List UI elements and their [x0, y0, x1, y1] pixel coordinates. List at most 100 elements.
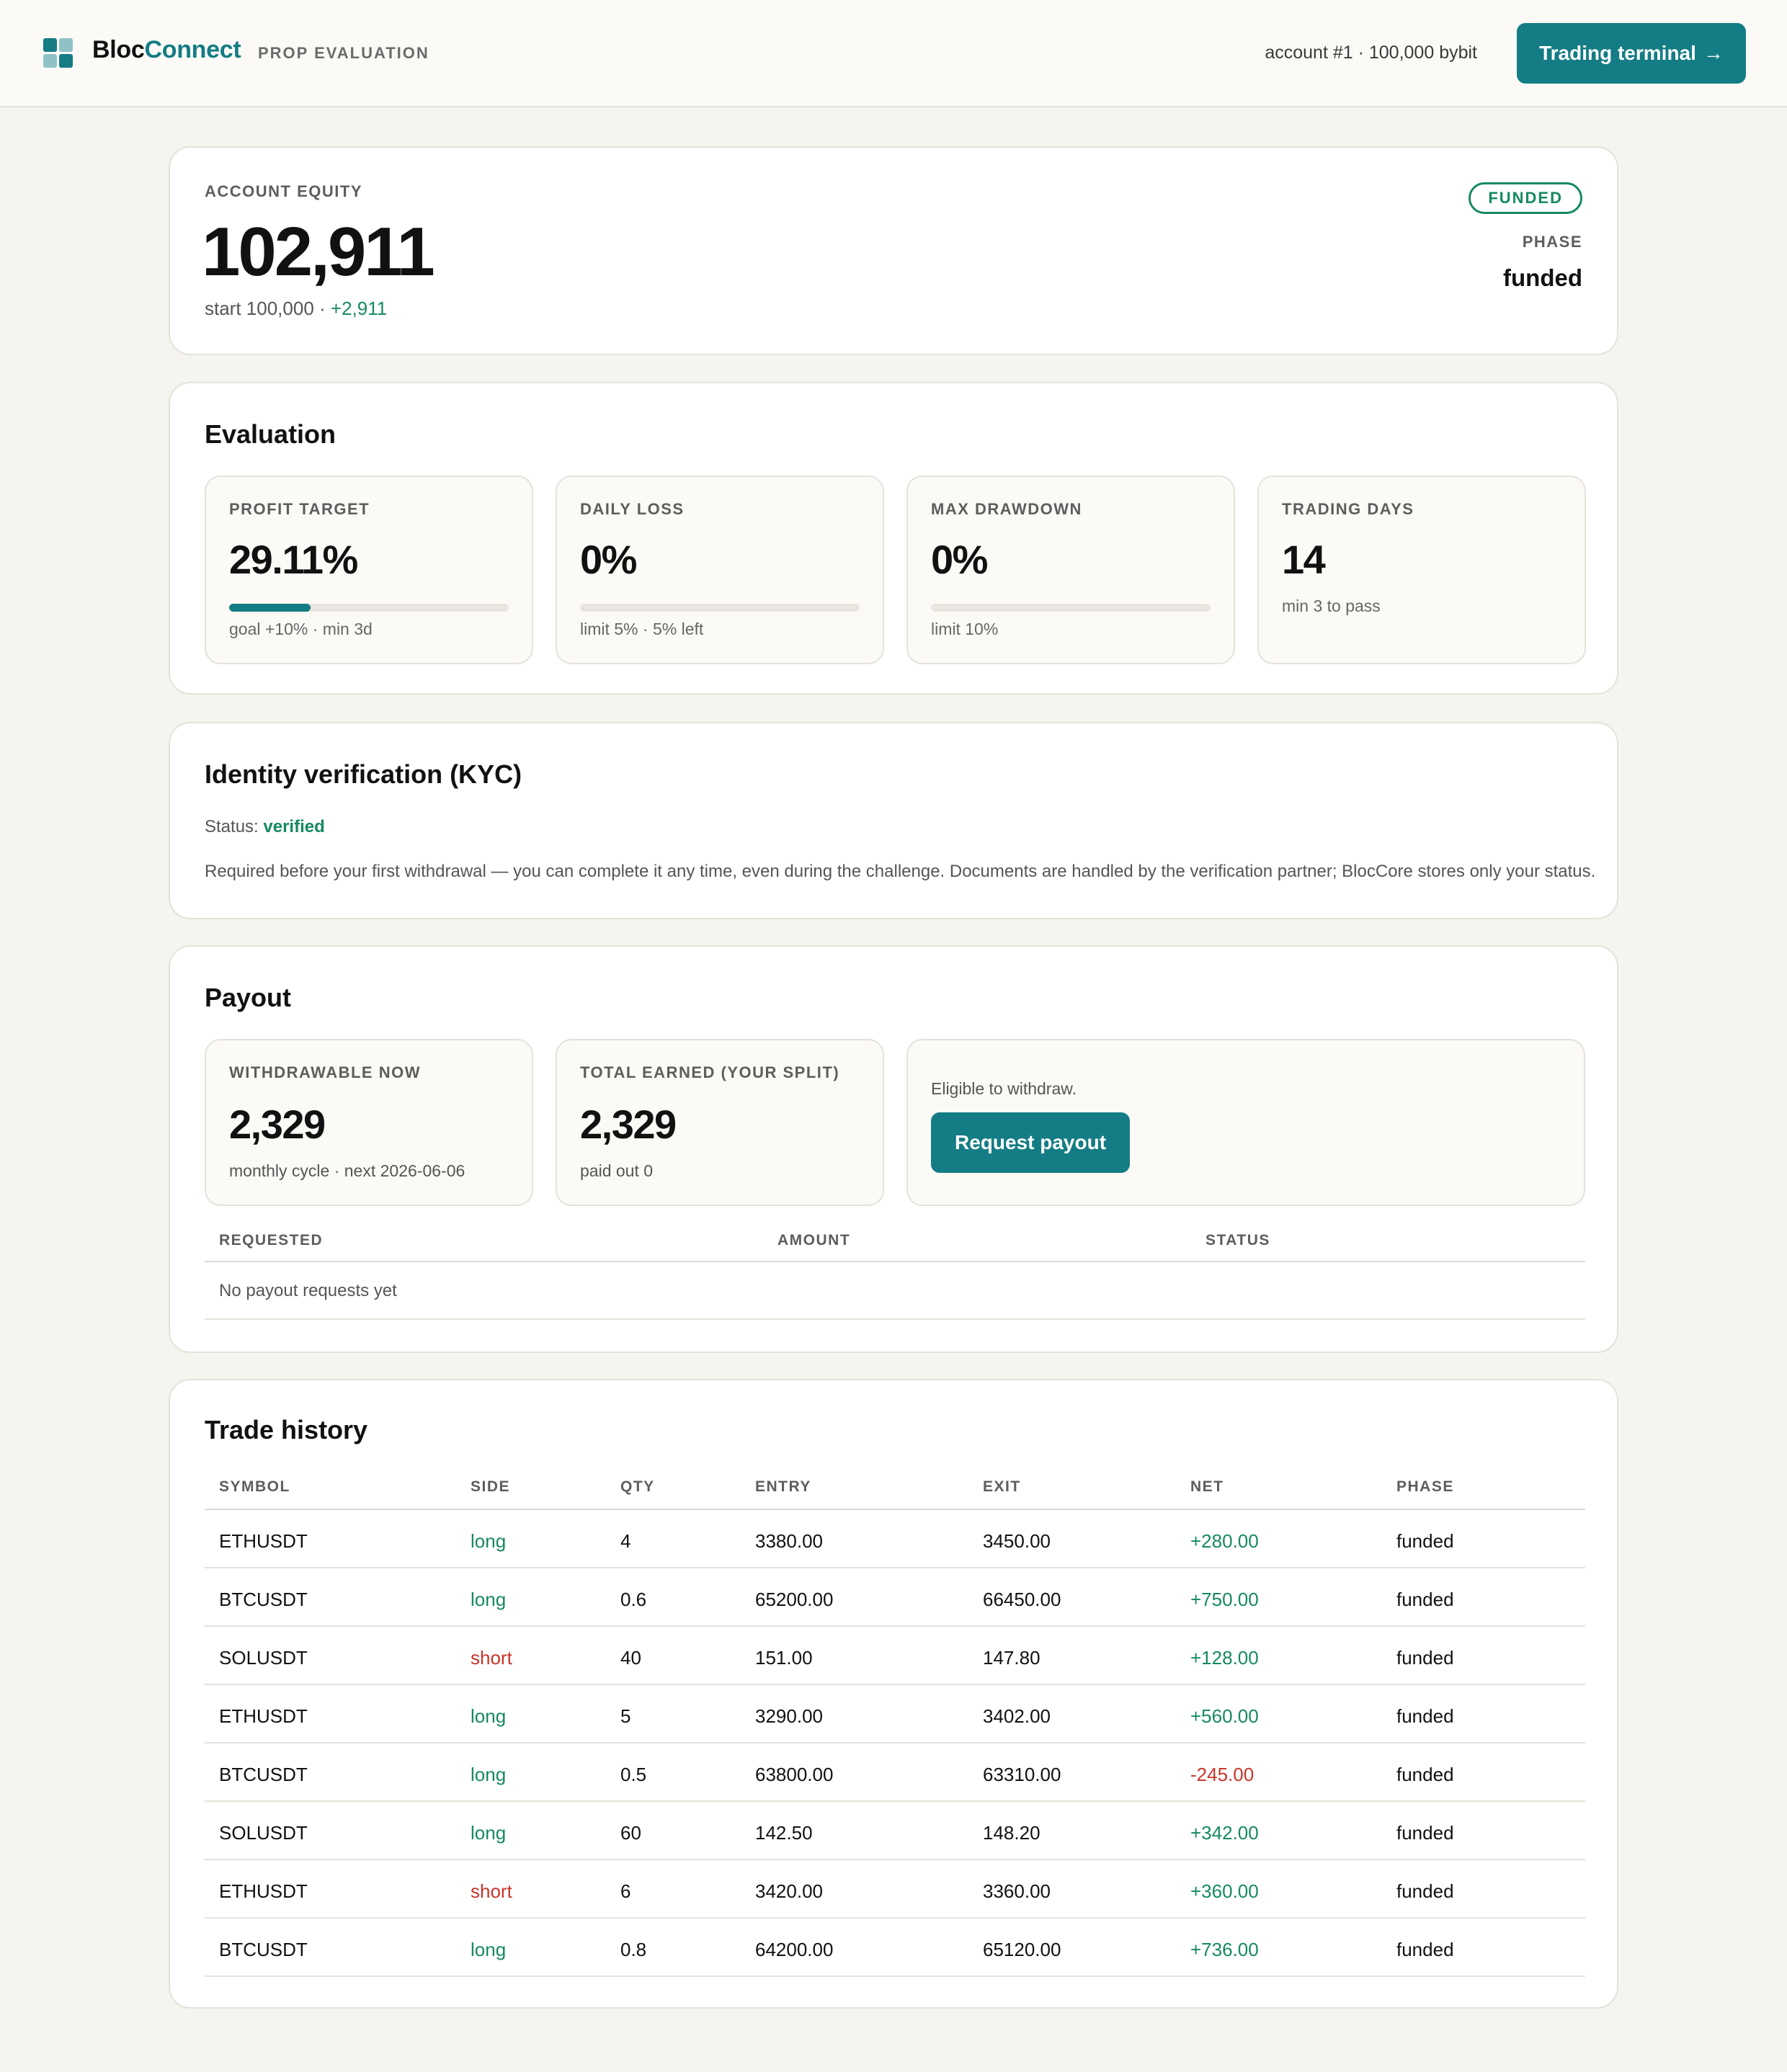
cell-phase: funded [1396, 1705, 1454, 1727]
cell-net: +750.00 [1190, 1589, 1259, 1610]
cell-exit: 147.80 [983, 1647, 1040, 1669]
equity-change: +2,911 [330, 298, 388, 319]
eligible-text: Eligible to withdraw. [931, 1079, 1077, 1098]
kyc-status-value: verified [263, 817, 325, 836]
cell-side: long [471, 1589, 507, 1610]
cell-symbol: SOLUSDT [219, 1647, 308, 1669]
cell-symbol: ETHUSDT [219, 1705, 308, 1727]
cell-phase: funded [1396, 1880, 1454, 1902]
cell-side: long [471, 1939, 507, 1960]
cell-phase: funded [1396, 1764, 1454, 1785]
trade-table-header: SYMBOL SIDE QTY ENTRY EXIT NET PHASE [205, 1460, 1585, 1510]
cell-side: long [471, 1764, 507, 1785]
top-bar: BlocConnect PROP EVALUATION account #1 ·… [0, 0, 1787, 107]
cell-entry: 63800.00 [755, 1764, 834, 1785]
table-row: SOLUSDT long 60 142.50 148.20 +342.00 funded [205, 1802, 1585, 1860]
cell-phase: funded [1396, 1939, 1454, 1960]
cell-exit: 3360.00 [983, 1880, 1051, 1902]
cell-exit: 66450.00 [983, 1589, 1061, 1610]
cell-side: long [471, 1705, 507, 1727]
total-earned-box: TOTAL EARNED (YOUR SPLIT) 2,329 paid out… [556, 1039, 884, 1206]
cell-side: short [471, 1880, 512, 1902]
profit-target-progress [229, 604, 509, 612]
equity-value: 102,911 [202, 213, 435, 290]
cell-phase: funded [1396, 1822, 1454, 1844]
cell-entry: 151.00 [755, 1647, 813, 1669]
cell-symbol: SOLUSDT [219, 1822, 308, 1844]
logo-icon [43, 38, 73, 68]
phase-value: funded [1503, 264, 1582, 291]
evaluation-title: Evaluation [205, 419, 337, 449]
cell-phase: funded [1396, 1530, 1454, 1552]
max-drawdown-progress [931, 604, 1211, 612]
cell-entry: 64200.00 [755, 1939, 834, 1960]
payout-empty-row: No payout requests yet [205, 1262, 1585, 1320]
evaluation-card: Evaluation PROFIT TARGET 29.11% goal +10… [169, 382, 1618, 695]
brand-name: BlocConnect [92, 36, 241, 63]
table-row: ETHUSDT long 4 3380.00 3450.00 +280.00 funded [205, 1510, 1585, 1568]
cell-exit: 63310.00 [983, 1764, 1061, 1785]
cell-qty: 4 [620, 1530, 631, 1552]
trading-terminal-button[interactable]: Trading terminal → [1517, 23, 1746, 84]
cell-qty: 0.5 [620, 1764, 647, 1785]
cell-exit: 148.20 [983, 1822, 1040, 1844]
cell-net: +736.00 [1190, 1939, 1259, 1960]
withdrawable-box: WITHDRAWABLE NOW 2,329 monthly cycle · n… [205, 1039, 533, 1206]
equity-start: start 100,000 · +2,911 [205, 298, 388, 319]
payout-table: REQUESTED AMOUNT STATUS No payout reques… [205, 1216, 1585, 1320]
trading-days-metric: TRADING DAYS 14 min 3 to pass [1257, 475, 1586, 664]
cell-symbol: BTCUSDT [219, 1589, 308, 1610]
cell-phase: funded [1396, 1589, 1454, 1610]
trade-history-title: Trade history [205, 1415, 368, 1444]
cell-exit: 3402.00 [983, 1705, 1051, 1727]
phase-label: PHASE [1522, 233, 1582, 251]
profit-target-metric: PROFIT TARGET 29.11% goal +10% · min 3d [205, 475, 533, 664]
daily-loss-progress [580, 604, 860, 612]
cell-symbol: ETHUSDT [219, 1530, 308, 1552]
table-row: BTCUSDT long 0.8 64200.00 65120.00 +736.00 fun… [205, 1919, 1585, 1977]
trade-table: SYMBOL SIDE QTY ENTRY EXIT NET PHASE ETH… [205, 1460, 1585, 1977]
kyc-note: Required before your first withdrawal — … [205, 862, 1596, 881]
cell-entry: 3290.00 [755, 1705, 823, 1727]
cell-side: short [471, 1647, 512, 1669]
payout-card: Payout WITHDRAWABLE NOW 2,329 monthly cy… [169, 945, 1618, 1353]
equity-label: ACCOUNT EQUITY [205, 182, 362, 200]
cell-net: +280.00 [1190, 1530, 1259, 1552]
cell-entry: 3420.00 [755, 1880, 823, 1902]
cell-symbol: BTCUSDT [219, 1764, 308, 1785]
request-payout-button[interactable]: Request payout [931, 1112, 1130, 1173]
cell-side: long [471, 1530, 507, 1552]
account-equity-card: ACCOUNT EQUITY 102,911 start 100,000 · +… [169, 146, 1618, 355]
cell-exit: 3450.00 [983, 1530, 1051, 1552]
payout-request-box: Eligible to withdraw. Request payout [906, 1039, 1585, 1206]
table-row: BTCUSDT long 0.5 63800.00 63310.00 -245.00 fun… [205, 1743, 1585, 1802]
cell-net: +128.00 [1190, 1647, 1259, 1669]
cell-qty: 6 [620, 1880, 631, 1902]
account-info: account #1 · 100,000 bybit [1265, 43, 1477, 63]
table-row: BTCUSDT long 0.6 65200.00 66450.00 +750.00 fun… [205, 1568, 1585, 1627]
cell-symbol: BTCUSDT [219, 1939, 308, 1960]
table-row: ETHUSDT short 6 3420.00 3360.00 +360.00 funded [205, 1860, 1585, 1919]
cell-entry: 65200.00 [755, 1589, 834, 1610]
max-drawdown-metric: MAX DRAWDOWN 0% limit 10% [906, 475, 1235, 664]
payout-title: Payout [205, 983, 292, 1012]
cell-exit: 65120.00 [983, 1939, 1061, 1960]
kyc-status: Status: verified [205, 817, 325, 836]
cell-net: +360.00 [1190, 1880, 1259, 1902]
cell-net: +560.00 [1190, 1705, 1259, 1727]
daily-loss-metric: DAILY LOSS 0% limit 5% · 5% left [556, 475, 884, 664]
brand-tagline: PROP EVALUATION [258, 44, 429, 62]
payout-table-header: REQUESTED AMOUNT STATUS [205, 1216, 1585, 1262]
kyc-card: Identity verification (KYC) Status: veri… [169, 722, 1618, 919]
cell-side: long [471, 1822, 507, 1844]
trade-history-card: Trade history SYMBOL SIDE QTY ENTRY EXIT… [169, 1379, 1618, 2009]
cell-entry: 142.50 [755, 1822, 813, 1844]
table-row: ETHUSDT long 5 3290.00 3402.00 +560.00 funded [205, 1685, 1585, 1743]
table-row: SOLUSDT short 40 151.00 147.80 +128.00 funded [205, 1627, 1585, 1685]
cell-phase: funded [1396, 1647, 1454, 1669]
cell-entry: 3380.00 [755, 1530, 823, 1552]
arrow-right-icon: → [1703, 42, 1724, 64]
cell-qty: 5 [620, 1705, 631, 1727]
kyc-title: Identity verification (KYC) [205, 759, 522, 789]
status-badge: FUNDED [1469, 182, 1582, 214]
